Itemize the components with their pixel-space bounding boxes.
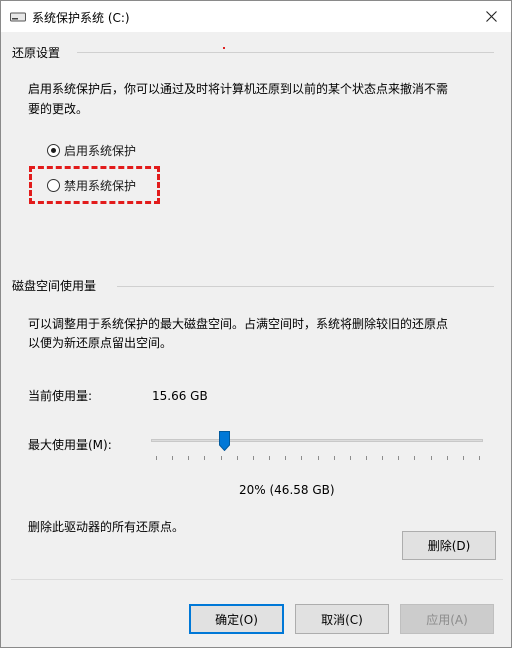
slider-tick [414,456,416,460]
slider-tick [301,456,303,460]
slider-tick [156,456,157,460]
slider-tick [172,456,174,460]
slider-tick [349,456,351,460]
delete-button[interactable]: 删除(D) [402,531,496,560]
apply-button[interactable]: 应用(A) [400,604,494,634]
cancel-button[interactable]: 取消(C) [295,604,389,634]
slider-tick [479,456,480,460]
restore-settings-group-label: 还原设置 [12,46,61,60]
drive-icon [10,12,26,22]
restore-settings-divider [77,52,494,53]
red-mark [223,47,225,49]
slider-tick [430,456,432,460]
slider-tick [236,456,238,460]
radio-selected-indicator [47,144,60,157]
max-usage-slider-thumb[interactable] [219,431,231,451]
radio-enable-protection[interactable]: 启用系统保护 [47,142,136,159]
footer-divider [11,579,503,580]
slider-tick [365,456,367,460]
slider-tick [333,456,335,460]
radio-enable-label: 启用系统保护 [64,144,137,158]
current-usage-value: 15.66 GB [152,389,208,403]
slider-tick [252,456,254,460]
system-protection-dialog: 系统保护系统 (C:) 还原设置 启用系统保护后，你可以通过及时将计算机还原到以… [0,0,512,648]
current-usage-label: 当前使用量: [28,389,93,403]
disk-usage-divider [117,286,494,287]
slider-tick [188,456,190,460]
disk-description-line1: 可以调整用于系统保护的最大磁盘空间。占满空间时，系统将删除较旧的还原点 [28,317,449,331]
slider-tick [317,456,319,460]
disk-description-line2: 以便为新还原点留出空间。 [28,336,173,350]
close-icon [485,11,497,22]
max-usage-label: 最大使用量(M): [28,438,112,452]
restore-description-line2: 要的更改。 [28,102,89,116]
restore-description-line1: 启用系统保护后，你可以通过及时将计算机还原到以前的某个状态点来撤消不需 [28,82,449,96]
highlight-annotation-box [29,166,160,204]
disk-usage-group-label: 磁盘空间使用量 [12,279,97,293]
title-bar: 系统保护系统 (C:) [1,1,511,32]
slider-tick [269,456,271,460]
slider-tick [220,456,222,460]
ok-button[interactable]: 确定(O) [189,604,284,634]
slider-tick [204,456,206,460]
slider-tick [382,456,384,460]
delete-description: 删除此驱动器的所有还原点。 [28,520,185,534]
max-usage-value: 20% (46.58 GB) [239,483,335,497]
window-title: 系统保护系统 (C:) [32,11,130,25]
slider-tick [398,456,400,460]
max-usage-slider-track[interactable] [151,439,483,442]
slider-tick [462,456,464,460]
close-button[interactable] [471,1,511,32]
slider-tick [285,456,287,460]
slider-tick [446,456,448,460]
